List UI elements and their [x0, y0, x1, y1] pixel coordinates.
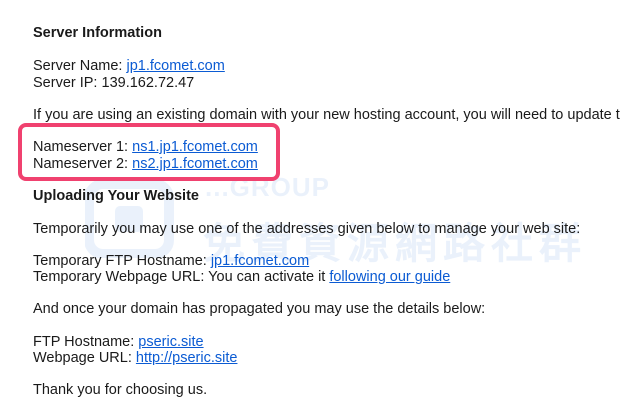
watermark-brand: ...GROUP — [205, 172, 331, 202]
nameserver-1-label: Nameserver 1: — [33, 139, 133, 155]
server-name-row: Server Name: jp1.fcomet.com — [33, 57, 225, 75]
uploading-heading: Uploading Your Website — [33, 188, 199, 204]
nameserver-1-row: Nameserver 1: ns1.jp1.fcomet.com — [33, 138, 258, 156]
temp-ftp-link[interactable]: jp1.fcomet.com — [211, 253, 309, 269]
server-ip-label: Server IP: — [33, 75, 102, 91]
web-row: Webpage URL: http://pseric.site — [33, 349, 237, 367]
server-ip-value: 139.162.72.47 — [101, 75, 195, 91]
nameserver-1-link[interactable]: ns1.jp1.fcomet.com — [132, 139, 258, 155]
propagated-note: And once your domain has propagated you … — [33, 301, 486, 317]
web-link[interactable]: http://pseric.site — [136, 350, 238, 366]
nameserver-2-label: Nameserver 2: — [33, 156, 133, 172]
nameserver-2-link[interactable]: ns2.jp1.fcomet.com — [132, 156, 258, 172]
web-label: Webpage URL: — [33, 350, 136, 366]
domain-note: If you are using an existing domain with… — [33, 107, 620, 123]
following-guide-link[interactable]: following our guide — [329, 269, 450, 285]
uploading-intro: Temporarily you may use one of the addre… — [33, 221, 581, 237]
ftp-link[interactable]: pseric.site — [138, 334, 203, 350]
temp-web-row: Temporary Webpage URL: You can activate … — [33, 268, 450, 286]
temp-ftp-label: Temporary FTP Hostname: — [33, 253, 211, 269]
server-ip-row: Server IP: 139.162.72.47 — [33, 74, 194, 92]
server-name-label: Server Name: — [33, 58, 127, 74]
server-info-heading: Server Information — [33, 25, 162, 41]
closing-text: Thank you for choosing us. — [33, 382, 208, 398]
nameserver-2-row: Nameserver 2: ns2.jp1.fcomet.com — [33, 155, 258, 173]
temp-web-label: Temporary Webpage URL: You can activate … — [33, 269, 330, 285]
ftp-label: FTP Hostname: — [33, 334, 139, 350]
server-name-link[interactable]: jp1.fcomet.com — [126, 58, 224, 74]
